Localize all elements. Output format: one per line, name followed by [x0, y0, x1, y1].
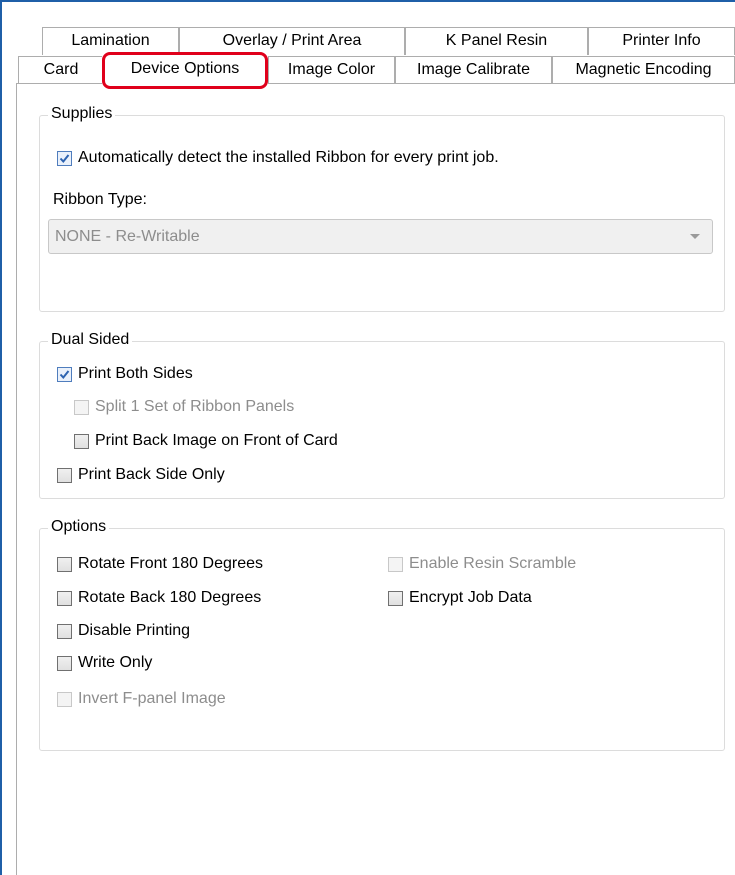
checkbox-box[interactable] — [57, 556, 72, 572]
check-icon — [59, 153, 70, 163]
window-left-border — [0, 0, 2, 875]
window-top-border — [0, 0, 735, 2]
checkbox-label: Split 1 Set of Ribbon Panels — [95, 398, 295, 415]
encrypt-job-data-checkbox[interactable]: Encrypt Job Data — [388, 589, 532, 607]
print-back-side-only-checkbox[interactable]: Print Back Side Only — [57, 466, 225, 484]
tab-label: K Panel Resin — [445, 32, 548, 49]
checkbox-label: Print Back Image on Front of Card — [95, 432, 338, 449]
dual-sided-title: Dual Sided — [48, 330, 133, 350]
ribbon-type-value: NONE - Re-Writable — [55, 227, 200, 245]
checkbox-label: Automatically detect the installed Ribbo… — [78, 149, 499, 166]
invert-f-panel-checkbox: Invert F-panel Image — [57, 690, 226, 708]
checkbox-label: Rotate Front 180 Degrees — [78, 555, 263, 572]
checkbox-label: Print Both Sides — [78, 365, 193, 382]
enable-resin-scramble-checkbox: Enable Resin Scramble — [388, 555, 576, 573]
rotate-front-checkbox[interactable]: Rotate Front 180 Degrees — [57, 555, 263, 573]
tab-overlay-print-area[interactable]: Overlay / Print Area — [179, 27, 405, 55]
checkbox-box — [57, 691, 72, 707]
checkbox-box[interactable] — [57, 150, 72, 166]
ribbon-type-label: Ribbon Type: — [53, 191, 147, 209]
checkbox-box[interactable] — [57, 590, 72, 606]
print-back-image-on-front-checkbox[interactable]: Print Back Image on Front of Card — [74, 432, 338, 450]
tab-lamination[interactable]: Lamination — [42, 27, 179, 55]
checkbox-box[interactable] — [57, 467, 72, 483]
checkbox-box[interactable] — [57, 655, 72, 671]
checkbox-label: Rotate Back 180 Degrees — [78, 589, 262, 606]
chevron-down-icon — [690, 234, 700, 239]
checkbox-label: Write Only — [78, 654, 153, 671]
tab-image-calibrate[interactable]: Image Calibrate — [395, 56, 552, 84]
tab-device-options[interactable]: Device Options — [102, 52, 268, 89]
split-ribbon-panels-checkbox: Split 1 Set of Ribbon Panels — [74, 398, 294, 416]
tab-magnetic-encoding[interactable]: Magnetic Encoding — [552, 56, 735, 84]
checkbox-box[interactable] — [388, 590, 403, 606]
tab-card[interactable]: Card — [18, 56, 104, 84]
check-icon — [59, 369, 70, 379]
tab-label: Device Options — [130, 60, 240, 77]
tab-label: Image Calibrate — [417, 61, 530, 78]
checkbox-label: Encrypt Job Data — [409, 589, 532, 606]
checkbox-box[interactable] — [74, 433, 89, 449]
checkbox-box[interactable] — [57, 366, 72, 382]
write-only-checkbox[interactable]: Write Only — [57, 654, 152, 672]
tab-label: Lamination — [71, 32, 150, 49]
ribbon-type-select[interactable]: NONE - Re-Writable — [48, 219, 713, 254]
checkbox-label: Print Back Side Only — [78, 466, 225, 483]
supplies-title: Supplies — [48, 104, 116, 124]
checkbox-box[interactable] — [57, 623, 72, 639]
auto-detect-ribbon-checkbox[interactable]: Automatically detect the installed Ribbo… — [57, 149, 499, 167]
options-title: Options — [48, 517, 110, 537]
disable-printing-checkbox[interactable]: Disable Printing — [57, 622, 190, 640]
tab-printer-info[interactable]: Printer Info — [588, 27, 735, 55]
tab-k-panel-resin[interactable]: K Panel Resin — [405, 27, 588, 55]
checkbox-label: Enable Resin Scramble — [409, 555, 577, 572]
tab-label: Image Color — [287, 61, 376, 78]
tab-image-color[interactable]: Image Color — [268, 56, 395, 84]
supplies-group — [39, 115, 725, 312]
checkbox-box — [74, 399, 89, 415]
print-both-sides-checkbox[interactable]: Print Both Sides — [57, 365, 193, 383]
checkbox-label: Invert F-panel Image — [78, 690, 226, 707]
ribbon-type-label-text: Ribbon Type: — [53, 191, 147, 208]
tab-label: Overlay / Print Area — [222, 32, 362, 49]
tab-label: Printer Info — [622, 32, 701, 49]
checkbox-box — [388, 556, 403, 572]
rotate-back-checkbox[interactable]: Rotate Back 180 Degrees — [57, 589, 261, 607]
tab-label: Magnetic Encoding — [575, 61, 712, 78]
tab-label: Card — [43, 61, 79, 78]
checkbox-label: Disable Printing — [78, 622, 191, 639]
